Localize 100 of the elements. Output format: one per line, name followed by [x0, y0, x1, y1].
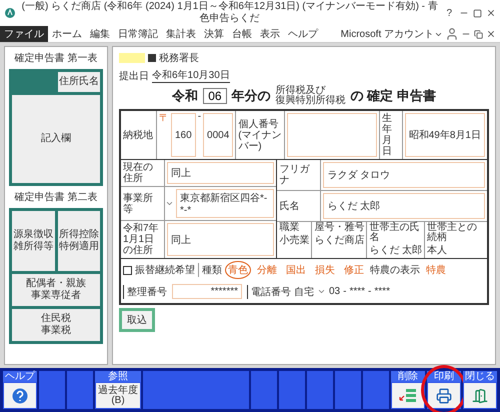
close-icon[interactable]	[486, 8, 496, 18]
address-field[interactable]: 同上	[167, 223, 274, 256]
field-label: 世帯主の氏名	[369, 223, 420, 243]
form-section-button[interactable]: 所得控除 特例適用	[58, 211, 100, 271]
office-name-field[interactable]	[119, 53, 145, 63]
door-icon	[472, 388, 488, 404]
dropdown-icon[interactable]	[165, 199, 174, 208]
form-section-button[interactable]: 源泉徴収 雑所得等	[12, 211, 54, 271]
checkbox-label: 振替継続希望	[135, 264, 195, 277]
phone-part: 03	[329, 286, 340, 297]
section-title: 確定申告書 第二表	[14, 190, 98, 204]
import-button[interactable]: 取込	[119, 308, 155, 332]
field-label: 令和7年1月1日の住所	[121, 221, 165, 258]
window-title: (一般) らくだ商店 (令和6年 (2024) 1月1日～令和6年12月31日) (マイナンバーモード有効) - 青色申告らくだ	[20, 1, 439, 25]
field-value: 小売業	[279, 234, 310, 247]
function-key-label: ヘルプ	[3, 371, 37, 382]
close-icon[interactable]	[486, 29, 496, 39]
function-key-slot	[307, 371, 333, 409]
field-label: 屋号・雅号	[314, 223, 364, 233]
function-key-label: 印刷	[427, 371, 461, 382]
function-key-slot	[67, 371, 93, 409]
field-label: 整理番号	[123, 284, 167, 298]
era-label: 令和	[172, 87, 198, 105]
year-field[interactable]: 06	[203, 88, 227, 104]
function-key-slot	[251, 371, 277, 409]
menu-item[interactable]: 日常簿記	[114, 26, 162, 42]
maximize-icon[interactable]	[473, 8, 482, 18]
form-section-button[interactable]: 記入欄	[12, 95, 100, 183]
postal-separator: -	[198, 111, 202, 124]
type-option[interactable]: 修正	[341, 261, 367, 279]
field-label: 事業所等	[121, 187, 165, 220]
section-title: 確定申告書 第一表	[14, 52, 98, 65]
name-field[interactable]: らくだ 太郎	[323, 193, 485, 219]
function-key-slot	[363, 371, 389, 409]
menu-item[interactable]: ヘルプ	[284, 26, 322, 42]
submit-date: 令和6年10月30日	[152, 68, 230, 83]
print-button[interactable]	[428, 383, 460, 408]
function-key-slot	[335, 371, 361, 409]
dropdown-icon[interactable]	[317, 287, 326, 296]
printer-icon	[436, 388, 452, 404]
function-key-label: 削除	[391, 371, 425, 382]
postal-field[interactable]: 160	[171, 113, 196, 157]
field-label: 個人番号(マイナンバー)	[235, 111, 286, 159]
phone-part: -	[343, 286, 346, 297]
type-option[interactable]: 国出	[283, 261, 309, 279]
marker-icon	[148, 54, 156, 62]
help-button[interactable]: ?	[443, 8, 455, 18]
menu-item[interactable]: 台帳	[228, 26, 256, 42]
field-label: 生年月日	[378, 111, 403, 159]
birth-date-field[interactable]: 昭和49年8月1日	[404, 113, 485, 157]
phone-type: 自宅	[294, 286, 314, 298]
function-key-label: 閉じる	[463, 371, 497, 382]
delete-button[interactable]	[392, 383, 424, 408]
menu-item[interactable]: 集計表	[162, 26, 200, 42]
special-option[interactable]: 特農	[423, 261, 449, 279]
form-section-button[interactable]: 住民税 事業税	[12, 309, 100, 341]
form-section-button[interactable]: 住所氏名	[58, 72, 100, 92]
avatar-icon	[445, 27, 459, 41]
phone-part: -	[368, 286, 372, 297]
field-label: 特農の表示	[370, 264, 420, 277]
restore-icon[interactable]	[474, 30, 483, 38]
type-option[interactable]: 青色	[225, 261, 251, 279]
type-option[interactable]: 損失	[312, 261, 338, 279]
form-section-button[interactable]: 配偶者・親族 事業専従者	[12, 274, 100, 306]
menu-item[interactable]: 表示	[256, 26, 284, 42]
office-suffix: 税務署長	[159, 52, 199, 65]
app-logo-icon	[4, 7, 16, 19]
postal-field[interactable]: 0004	[203, 113, 234, 157]
field-value: らくだ商店	[314, 234, 364, 247]
field-label: 現在の住所	[121, 160, 165, 186]
menu-item[interactable]: 編集	[86, 26, 114, 42]
field-label: 電話番号	[247, 284, 291, 298]
address-field[interactable]: 同上	[167, 162, 274, 184]
help-button[interactable]	[4, 383, 36, 408]
list-icon	[399, 388, 417, 404]
reference-field[interactable]: *******	[172, 284, 242, 299]
form-title: の 確定 申告書	[350, 87, 436, 105]
furigana-field[interactable]: ラクダ タロウ	[323, 162, 485, 188]
function-key-slot	[39, 371, 65, 409]
phone-part: ****	[374, 286, 390, 297]
tax-name-line: 所得税及び	[276, 86, 326, 96]
menu-item[interactable]: ファイル	[0, 26, 48, 42]
field-label: 種類	[198, 263, 222, 277]
menu-item[interactable]: 決算	[200, 26, 228, 42]
function-key-slot	[279, 371, 305, 409]
address-field[interactable]: 東京都新宿区四谷*-*-*	[176, 189, 274, 218]
past-year-button[interactable]: 過去年度(B)	[96, 383, 140, 408]
year-suffix: 年分の	[232, 87, 271, 105]
close-button[interactable]	[464, 383, 496, 408]
function-key-label: 参照	[95, 371, 141, 382]
field-label: 世帯主との続柄	[427, 223, 478, 243]
mynumber-field[interactable]	[287, 113, 377, 157]
field-label: 納税地	[121, 111, 157, 159]
field-label: 職業	[279, 223, 300, 233]
account-link[interactable]: Microsoft アカウント	[340, 27, 434, 41]
checkbox[interactable]	[123, 266, 132, 274]
field-value: 本人	[427, 244, 448, 257]
menu-item[interactable]: ホーム	[48, 26, 86, 42]
type-option[interactable]: 分離	[254, 261, 280, 279]
field-label: フリガナ	[277, 160, 322, 190]
